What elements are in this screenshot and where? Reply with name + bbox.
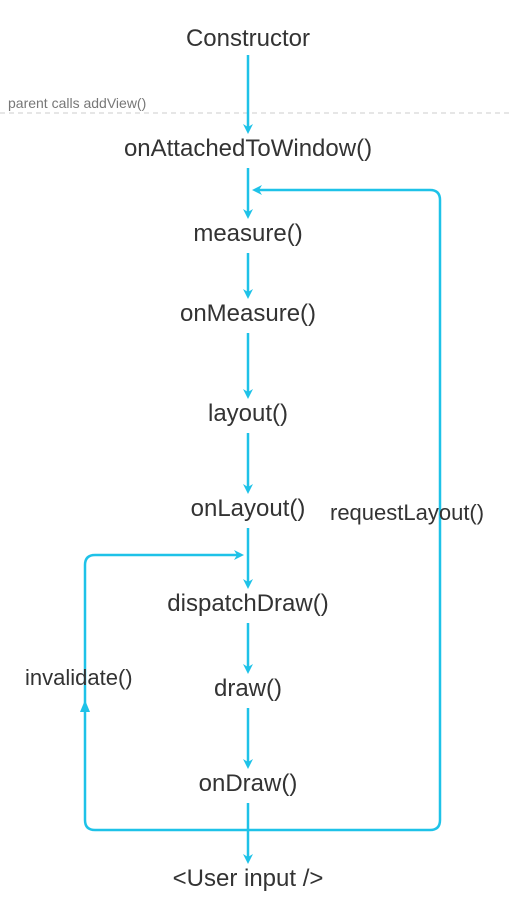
node-measure: measure() [193, 220, 302, 248]
node-constructor: Constructor [186, 25, 310, 53]
node-onattached: onAttachedToWindow() [124, 135, 372, 163]
node-onmeasure: onMeasure() [180, 300, 316, 328]
node-ondraw: onDraw() [199, 770, 298, 798]
label-invalidate: invalidate() [25, 665, 133, 691]
node-dispatchdraw: dispatchDraw() [167, 590, 328, 618]
label-requestlayout: requestLayout() [330, 500, 484, 526]
node-draw: draw() [214, 675, 282, 703]
arrow-invalidate-up [80, 700, 90, 712]
divider-annotation: parent calls addView() [8, 95, 146, 111]
node-layout: layout() [208, 400, 288, 428]
node-onlayout: onLayout() [191, 495, 306, 523]
node-userinput: <User input /> [173, 865, 324, 893]
